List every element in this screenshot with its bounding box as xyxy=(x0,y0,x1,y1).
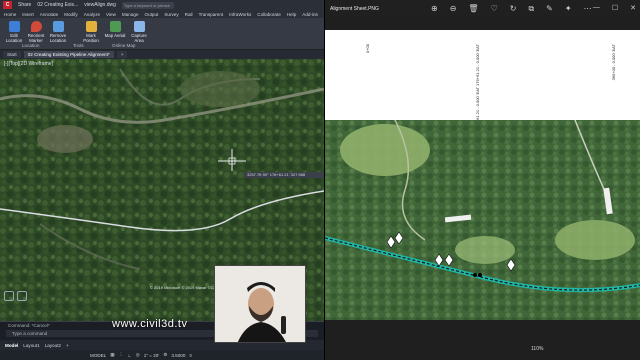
dynamic-input-tooltip: 3257.7ft 90° 176+61.21' 327.988 xyxy=(244,172,324,178)
capture-area-icon xyxy=(133,21,145,32)
remove-location-icon xyxy=(52,21,64,32)
geolocation-icon xyxy=(8,21,20,32)
mark-position-button[interactable]: Mark Position xyxy=(80,21,102,43)
window-controls: — ☐ ✕ xyxy=(593,4,636,12)
polar-icon[interactable]: ◎ xyxy=(136,352,140,358)
menu-modify[interactable]: Modify xyxy=(64,12,78,17)
alignment-sheet-image[interactable]: 0+00 176+61.21 - 0.000' EAT 176+61.21 - … xyxy=(325,30,640,320)
menu-rail[interactable]: Rail xyxy=(185,12,193,17)
menu-survey[interactable]: Survey xyxy=(164,12,178,17)
new-tab-button[interactable]: + xyxy=(116,51,128,58)
maximize-icon[interactable]: ☐ xyxy=(612,4,618,12)
menu-annotate[interactable]: Annotate xyxy=(40,12,58,17)
zoom-in-icon[interactable]: ⊕ xyxy=(431,4,438,13)
edit-location-button[interactable]: Edit Location xyxy=(3,21,25,43)
station-label: 176+61.21 - 0.000' EAT 176+61.21 - 0.000… xyxy=(475,44,480,129)
ribbon-tabs: Home Insert Annotate Modify Analyze View… xyxy=(0,10,324,18)
delete-icon[interactable]: 🗑 xyxy=(468,4,478,13)
share-button[interactable]: Share xyxy=(18,2,31,8)
viewer-file-name: Alignment Sheet.PNG xyxy=(330,6,379,12)
group-tools: Tools xyxy=(73,43,84,48)
edit-icon[interactable]: ✎ xyxy=(546,4,553,13)
tab-layout1[interactable]: Layout1 xyxy=(23,343,39,348)
zoom-value: 3.5000 xyxy=(171,352,186,358)
presenter-webcam xyxy=(214,265,306,343)
menu-addins[interactable]: Add-ins xyxy=(302,12,318,17)
tab-start[interactable]: Start xyxy=(3,51,21,58)
ai-icon[interactable]: ✦ xyxy=(565,4,572,13)
menu-icon[interactable]: ≡ xyxy=(189,353,192,358)
menu-home[interactable]: Home xyxy=(4,12,16,17)
mark-position-icon xyxy=(85,21,97,32)
menu-view[interactable]: View xyxy=(106,12,116,17)
remove-location-button[interactable]: Remove Location xyxy=(47,21,69,43)
minimize-icon[interactable]: — xyxy=(593,4,600,12)
image-viewer-window: Alignment Sheet.PNG ⊕ ⊖ 🗑 ♡ ↻ ⧉ ✎ ✦ ⋯ — … xyxy=(324,0,640,360)
map-pin-icon xyxy=(30,21,42,32)
menu-analyze[interactable]: Analyze xyxy=(84,12,100,17)
capture-area-button[interactable]: Capture Area xyxy=(128,21,150,43)
close-icon[interactable]: ✕ xyxy=(630,4,636,12)
viewport-controls[interactable]: [-][Top][2D Wireframe] xyxy=(4,61,53,67)
menu-collaborate[interactable]: Collaborate xyxy=(257,12,281,17)
ortho-icon[interactable]: ∟ xyxy=(127,353,132,358)
station-label: 0+00 xyxy=(365,44,370,54)
site-watermark: www.civil3d.tv xyxy=(112,318,188,330)
menu-insert[interactable]: Insert xyxy=(22,12,34,17)
grid-icon[interactable]: ▦ xyxy=(110,352,114,358)
plan-view-map xyxy=(325,120,640,320)
search-field[interactable]: Type a keyword or phrase xyxy=(121,1,174,9)
title-bar: C Share 02 Creating Exis... viewAlign.dw… xyxy=(0,0,324,10)
menu-output[interactable]: Output xyxy=(145,12,159,17)
menu-transparent[interactable]: Transparent xyxy=(199,12,224,17)
zoom-level[interactable]: 110% xyxy=(531,346,543,352)
status-bar: MODEL ▦ ⋮ ∟ ◎ 1" = 20' ⚙ 3.5000 ≡ xyxy=(0,350,324,360)
reorient-marker-button[interactable]: Reorient Marker xyxy=(25,21,47,43)
group-online-map: Online Map xyxy=(112,43,136,48)
screen: C Share 02 Creating Exis... viewAlign.dw… xyxy=(0,0,640,360)
tab-model[interactable]: Model xyxy=(5,343,18,348)
viewer-footer: 110% xyxy=(325,340,640,360)
tab-drawing[interactable]: 02 Creating Existing Pipeline Alignment* xyxy=(23,51,114,58)
tab-layout2[interactable]: Layout2 xyxy=(45,343,61,348)
ucs-icon xyxy=(4,291,27,301)
map-aerial-button[interactable]: Map Aerial xyxy=(104,21,126,38)
favorite-icon[interactable]: ♡ xyxy=(491,4,498,13)
autocad-logo-icon[interactable]: C xyxy=(3,1,12,9)
crop-icon[interactable]: ⧉ xyxy=(528,4,534,13)
menu-help[interactable]: Help xyxy=(287,12,296,17)
file-name: viewAlign.dwg xyxy=(84,2,116,8)
viewer-toolbar: ⊕ ⊖ 🗑 ♡ ↻ ⧉ ✎ ✦ ⋯ xyxy=(431,4,592,13)
add-layout-button[interactable]: + xyxy=(66,343,69,348)
snap-icon[interactable]: ⋮ xyxy=(119,352,124,358)
document-tab-title[interactable]: 02 Creating Exis... xyxy=(37,2,78,8)
aerial-map-icon xyxy=(109,21,121,32)
gear-icon[interactable]: ⚙ xyxy=(163,352,167,358)
menu-manage[interactable]: Manage xyxy=(122,12,139,17)
file-tabs: Start 02 Creating Existing Pipeline Alig… xyxy=(0,50,324,59)
zoom-out-icon[interactable]: ⊖ xyxy=(450,4,457,13)
annotation-scale[interactable]: 1" = 20' xyxy=(144,353,159,358)
group-location: Location xyxy=(22,43,40,48)
ribbon-panel: Edit Location Reorient Marker Remove Loc… xyxy=(0,18,324,50)
station-label: 360+00 - 0.000' EAT xyxy=(611,44,616,81)
presenter-image xyxy=(215,266,305,342)
model-space-toggle[interactable]: MODEL xyxy=(90,353,106,358)
more-icon[interactable]: ⋯ xyxy=(584,4,592,13)
menu-infraworks[interactable]: InfraWorks xyxy=(229,12,251,17)
rotate-icon[interactable]: ↻ xyxy=(510,4,517,13)
